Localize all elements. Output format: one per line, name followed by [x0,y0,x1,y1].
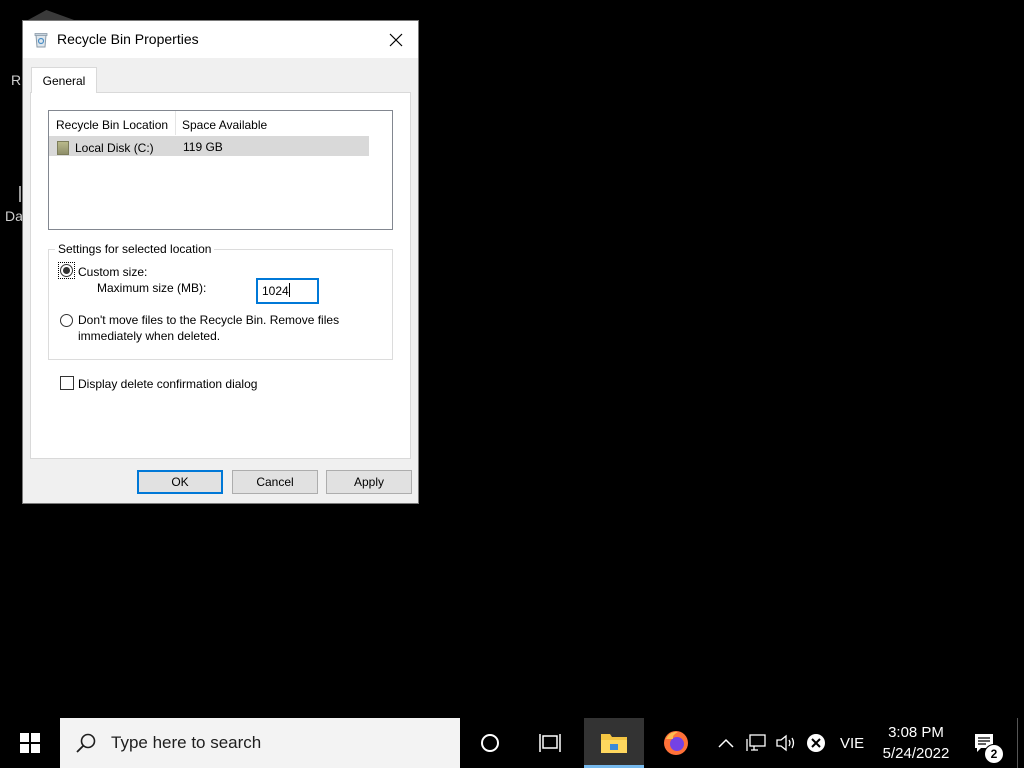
settings-groupbox: Settings for selected location Custom si… [48,242,393,360]
list-header: Recycle Bin Location Space Available [49,111,369,135]
firefox-icon [664,731,688,755]
folder-icon [601,734,627,753]
recycle-bin-icon [34,33,48,48]
show-hidden-icons-button[interactable] [714,718,738,768]
max-size-input[interactable]: 1024 [256,278,319,304]
notification-count-badge: 2 [984,744,1004,764]
clock-date: 5/24/2022 [882,745,950,762]
space-available: 119 GB [183,140,223,154]
start-button[interactable] [0,718,60,768]
chevron-up-icon [718,738,734,748]
drive-icon [57,140,69,155]
close-icon [389,33,403,46]
dont-move-label-line2: immediately when deleted. [78,329,221,343]
dont-move-label-line1: Don't move files to the Recycle Bin. Rem… [78,313,340,327]
dont-move-files-radio[interactable] [60,314,73,327]
tab-general[interactable]: General [31,67,97,93]
max-size-label: Maximum size (MB): [97,281,207,295]
task-view-icon [539,734,561,752]
input-language-indicator[interactable]: VIE [840,735,864,752]
desktop-icon-recycle-bin[interactable] [28,10,74,20]
desktop-icon-label: Da [5,208,23,224]
search-icon [76,733,96,753]
column-header-space[interactable]: Space Available [176,111,369,135]
settings-legend: Settings for selected location [55,242,215,256]
dialog-title: Recycle Bin Properties [57,31,199,47]
network-icon [746,734,766,751]
location-name: Local Disk (C:) [75,140,154,155]
list-item[interactable]: Local Disk (C:) 119 GB [49,136,369,156]
cortana-button[interactable] [470,718,510,768]
error-circle-icon [807,734,825,752]
speaker-icon [776,734,795,752]
recycle-bin-properties-dialog: Recycle Bin Properties General Recycle B… [22,20,419,504]
file-explorer-taskbar-button[interactable] [584,718,644,768]
column-header-location[interactable]: Recycle Bin Location [49,111,176,135]
desktop-icon-label: R [11,72,22,88]
custom-size-label: Custom size: [78,265,148,279]
recycle-bin-location-list[interactable]: Recycle Bin Location Space Available Loc… [48,110,393,230]
apply-button[interactable]: Apply [326,470,412,494]
title-bar[interactable]: Recycle Bin Properties [23,21,418,58]
volume-tray-button[interactable] [774,718,798,768]
cancel-button[interactable]: Cancel [232,470,318,494]
max-size-value: 1024 [262,284,289,298]
delete-confirmation-checkbox[interactable] [60,376,74,390]
task-view-button[interactable] [528,718,572,768]
text-caret [288,283,290,297]
general-tab-panel: Recycle Bin Location Space Available Loc… [30,92,411,459]
windows-logo-icon [20,733,40,753]
delete-confirmation-label: Display delete confirmation dialog [78,377,258,391]
desktop-icon[interactable] [19,186,21,202]
network-tray-button[interactable] [744,718,768,768]
search-placeholder: Type here to search [111,733,262,752]
taskbar: Type here to search VIE 3:08 PM 5/24/202… [0,718,1024,768]
cortana-icon [481,734,499,752]
ok-button[interactable]: OK [137,470,223,494]
search-box[interactable]: Type here to search [60,718,460,768]
clock[interactable]: 3:08 PM 5/24/2022 [870,722,962,764]
custom-size-radio[interactable] [60,264,73,277]
security-tray-button[interactable] [804,718,828,768]
close-button[interactable] [374,21,418,58]
show-desktop-button[interactable] [1017,718,1018,768]
firefox-taskbar-button[interactable] [654,718,698,768]
clock-time: 3:08 PM [888,724,944,741]
